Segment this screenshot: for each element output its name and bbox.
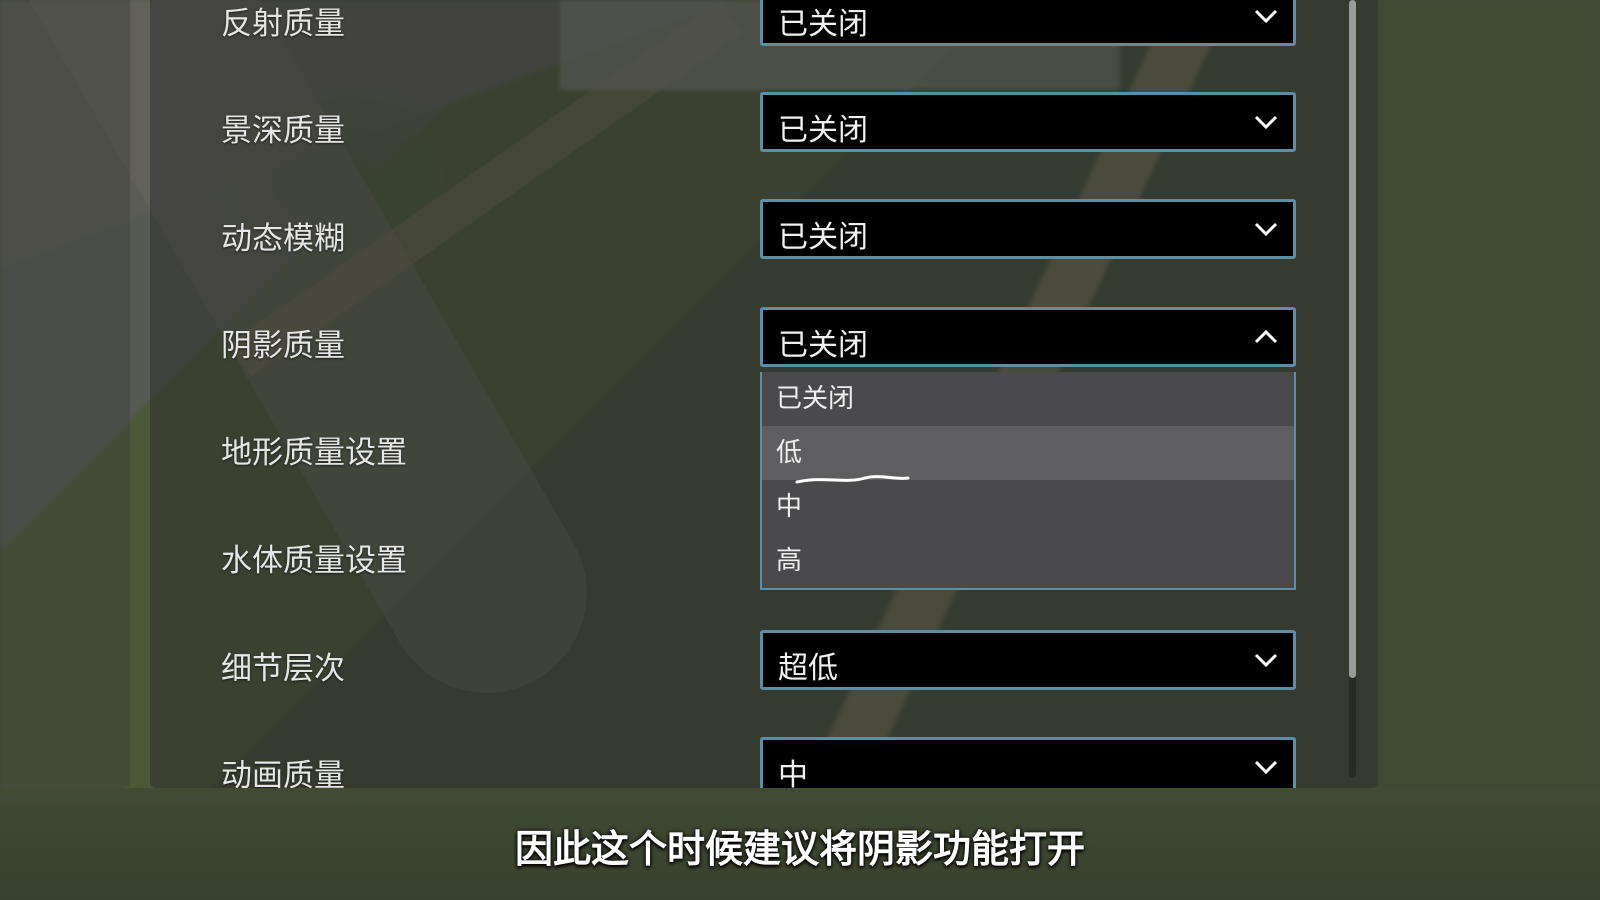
- dropdown-option-off[interactable]: 已关闭: [762, 372, 1294, 426]
- chevron-down-icon: [1254, 760, 1278, 775]
- cursor-scribble: [795, 475, 910, 484]
- reflection-quality-select[interactable]: 已关闭: [760, 0, 1296, 46]
- video-subtitle: 因此这个时候建议将阴影功能打开: [514, 827, 1085, 871]
- setting-label-water-quality: 水体质量设置: [221, 543, 407, 579]
- select-value: 已关闭: [778, 220, 868, 255]
- chevron-down-icon: [1254, 222, 1278, 237]
- depth-of-field-quality-select[interactable]: 已关闭: [760, 92, 1296, 152]
- chevron-down-icon: [1254, 653, 1278, 668]
- shadow-quality-select[interactable]: 已关闭: [760, 307, 1296, 367]
- left-side-panel: [0, 0, 130, 788]
- dropdown-option-high[interactable]: 高: [762, 534, 1294, 588]
- chevron-up-icon: [1254, 329, 1278, 344]
- select-value: 已关闭: [778, 7, 868, 42]
- select-value: 超低: [778, 651, 838, 686]
- animation-quality-select[interactable]: 中: [760, 737, 1296, 793]
- scrollbar-thumb[interactable]: [1349, 0, 1356, 678]
- chevron-down-icon: [1254, 115, 1278, 130]
- level-of-detail-select[interactable]: 超低: [760, 630, 1296, 690]
- setting-label-depth-of-field: 景深质量: [221, 113, 345, 149]
- setting-label-shadow-quality: 阴影质量: [221, 328, 345, 364]
- setting-label-level-of-detail: 细节层次: [221, 651, 345, 687]
- select-value: 已关闭: [778, 113, 868, 148]
- motion-blur-select[interactable]: 已关闭: [760, 199, 1296, 259]
- chevron-down-icon: [1254, 9, 1278, 24]
- setting-label-motion-blur: 动态模糊: [221, 221, 345, 257]
- dropdown-option-medium[interactable]: 中: [762, 480, 1294, 534]
- setting-label-reflection: 反射质量: [221, 6, 345, 42]
- setting-label-terrain-quality: 地形质量设置: [221, 435, 407, 471]
- select-value: 已关闭: [778, 328, 868, 363]
